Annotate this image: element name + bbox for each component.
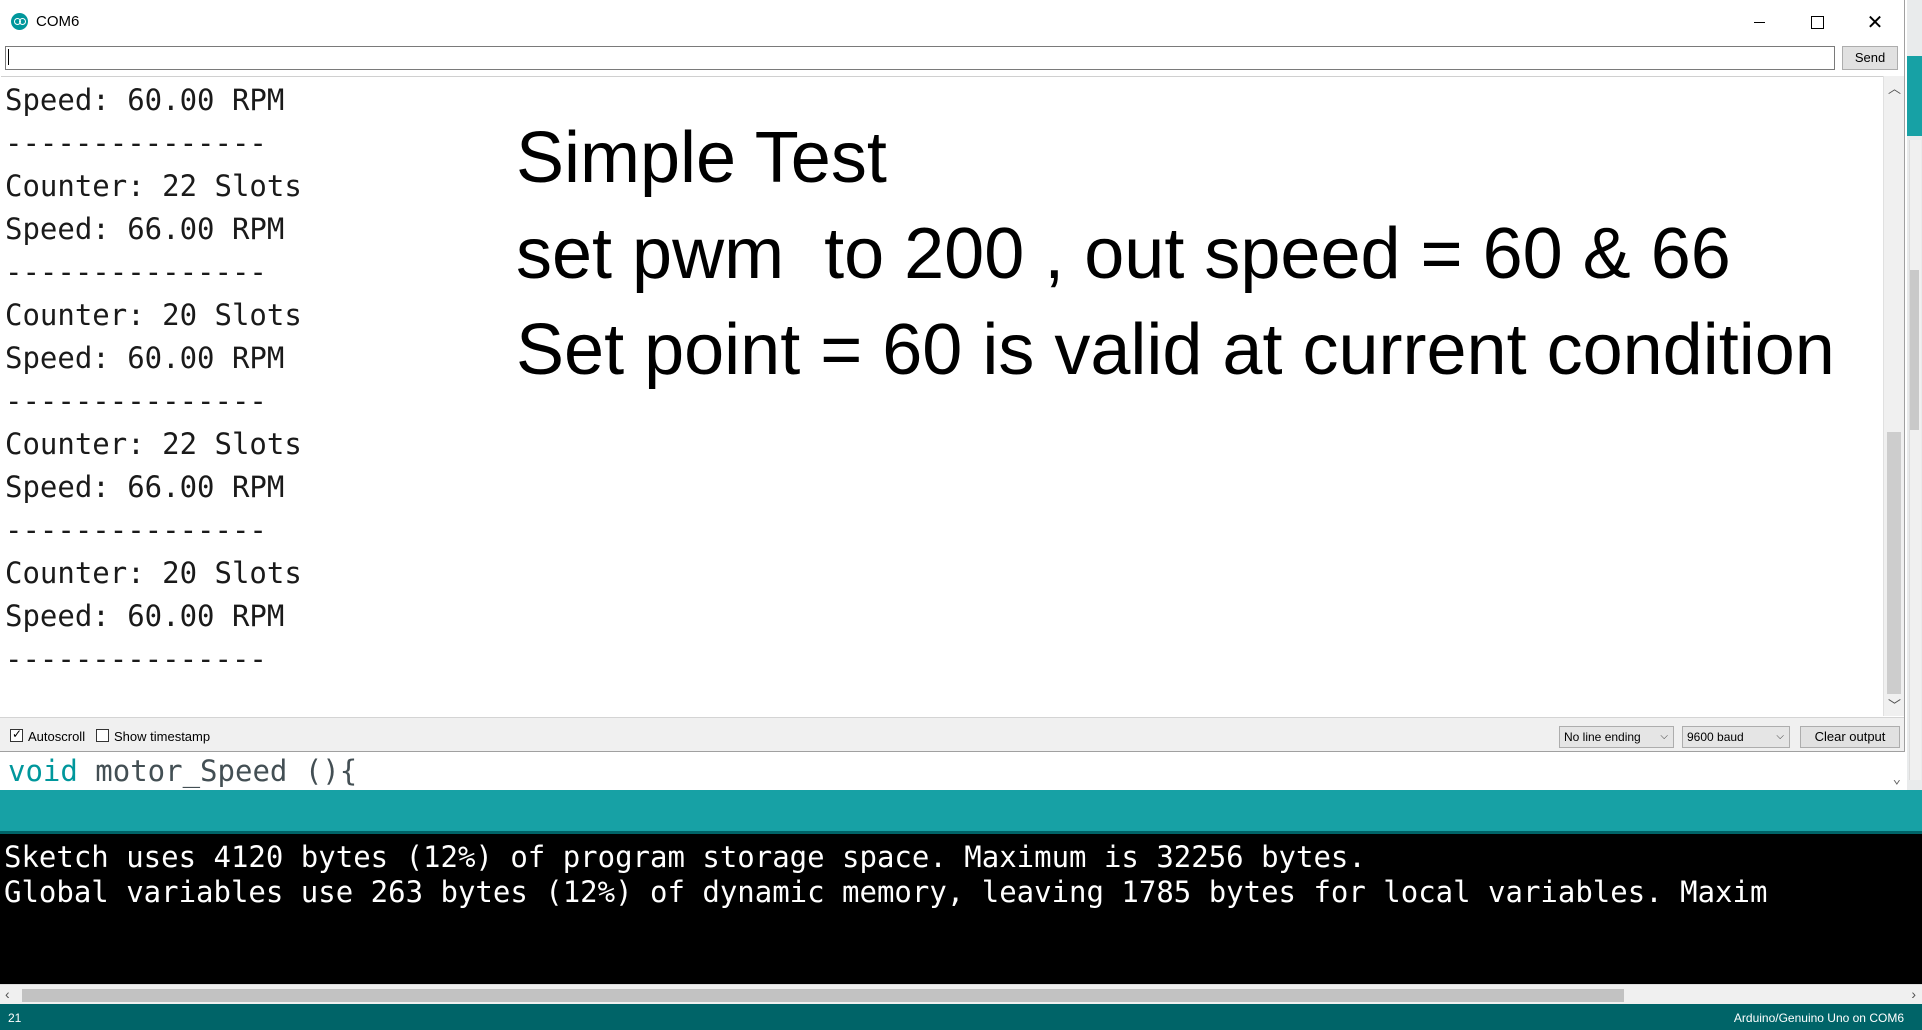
- minimize-button[interactable]: [1730, 0, 1788, 44]
- clear-output-button[interactable]: Clear output: [1800, 726, 1900, 748]
- ide-background-edge: [1907, 0, 1922, 790]
- scroll-up-icon[interactable]: ︿: [1888, 78, 1901, 97]
- output-line: Counter: 22 Slots: [5, 169, 302, 203]
- output-line: ---------------: [5, 126, 267, 160]
- scroll-right-icon[interactable]: ›: [1911, 986, 1916, 1002]
- chevron-down-icon: ⌵: [1776, 731, 1784, 742]
- ide-status-bar: 21 Arduino/Genuino Uno on COM6: [0, 1004, 1922, 1030]
- annotation-line: Set point = 60 is valid at current condi…: [516, 310, 1835, 390]
- baud-rate-value: 9600 baud: [1687, 730, 1744, 744]
- output-line: Counter: 20 Slots: [5, 556, 302, 590]
- line-ending-select[interactable]: No line ending ⌵: [1559, 726, 1674, 748]
- ide-toolbar-edge: [1907, 56, 1922, 136]
- editor-scrollbar-thumb[interactable]: [1910, 270, 1919, 430]
- show-timestamp-label: Show timestamp: [114, 729, 211, 744]
- show-timestamp-checkbox[interactable]: [96, 729, 109, 742]
- editor-code-line[interactable]: void motor_Speed (){ ⌄: [0, 752, 1907, 790]
- arduino-app-icon: [11, 13, 28, 30]
- output-line: Counter: 22 Slots: [5, 427, 302, 461]
- editor-scrollbar[interactable]: [1909, 140, 1921, 780]
- window-title: COM6: [36, 13, 80, 30]
- chevron-down-icon: ⌵: [1660, 731, 1668, 742]
- console-line: Sketch uses 4120 bytes (12%) of program …: [4, 840, 1366, 874]
- maximize-button[interactable]: [1788, 0, 1846, 44]
- code-text: motor_Speed (){: [77, 754, 358, 788]
- title-bar[interactable]: COM6 ✕: [0, 0, 1904, 44]
- scroll-left-icon[interactable]: ‹: [5, 986, 10, 1002]
- console-scrollbar-thumb[interactable]: [22, 989, 1624, 1002]
- console-horizontal-scrollbar[interactable]: ‹ ›: [0, 984, 1922, 1005]
- board-port-label: Arduino/Genuino Uno on COM6: [1733, 1011, 1904, 1025]
- output-line: Speed: 60.00 RPM: [5, 83, 285, 117]
- output-line: ---------------: [5, 255, 267, 289]
- output-line: Speed: 60.00 RPM: [5, 341, 285, 375]
- compiler-console: Sketch uses 4120 bytes (12%) of program …: [0, 834, 1922, 984]
- code-keyword: void: [8, 754, 78, 788]
- close-button[interactable]: ✕: [1846, 0, 1904, 44]
- output-line: Counter: 20 Slots: [5, 298, 302, 332]
- output-line: ---------------: [5, 642, 267, 676]
- serial-output[interactable]: Speed: 60.00 RPM --------------- Counter…: [1, 76, 1883, 716]
- console-line: Global variables use 263 bytes (12%) of …: [4, 875, 1768, 909]
- maximize-icon: [1810, 15, 1824, 29]
- minimize-icon: [1753, 21, 1765, 23]
- output-line: Speed: 66.00 RPM: [5, 470, 285, 504]
- baud-rate-select[interactable]: 9600 baud ⌵: [1682, 726, 1790, 748]
- autoscroll-checkbox[interactable]: [10, 727, 23, 742]
- output-line: ---------------: [5, 513, 267, 547]
- serial-monitor-window: COM6 ✕ Send Speed: 60.00 RPM -----------…: [0, 0, 1905, 752]
- scroll-down-icon[interactable]: ﹀: [1888, 695, 1901, 714]
- text-caret: [8, 49, 9, 65]
- serial-input[interactable]: [5, 46, 1835, 70]
- output-scrollbar-thumb[interactable]: [1887, 432, 1901, 694]
- send-button[interactable]: Send: [1842, 46, 1898, 70]
- annotation-title: Simple Test: [516, 118, 887, 198]
- autoscroll-label: Autoscroll: [28, 729, 86, 744]
- output-scrollbar[interactable]: ︿ ﹀: [1883, 76, 1904, 716]
- annotation-line: set pwm to 200 , out speed = 60 & 66: [516, 214, 1731, 294]
- serial-options-bar: Autoscroll Show timestamp No line ending…: [0, 717, 1904, 751]
- output-line: Speed: 66.00 RPM: [5, 212, 285, 246]
- output-line: Speed: 60.00 RPM: [5, 599, 285, 633]
- send-row: Send: [0, 44, 1904, 76]
- line-ending-value: No line ending: [1564, 730, 1641, 744]
- close-icon: ✕: [1866, 11, 1884, 34]
- output-line: ---------------: [5, 384, 267, 418]
- ide-divider-bar[interactable]: [0, 790, 1922, 831]
- line-number: 21: [8, 1011, 22, 1025]
